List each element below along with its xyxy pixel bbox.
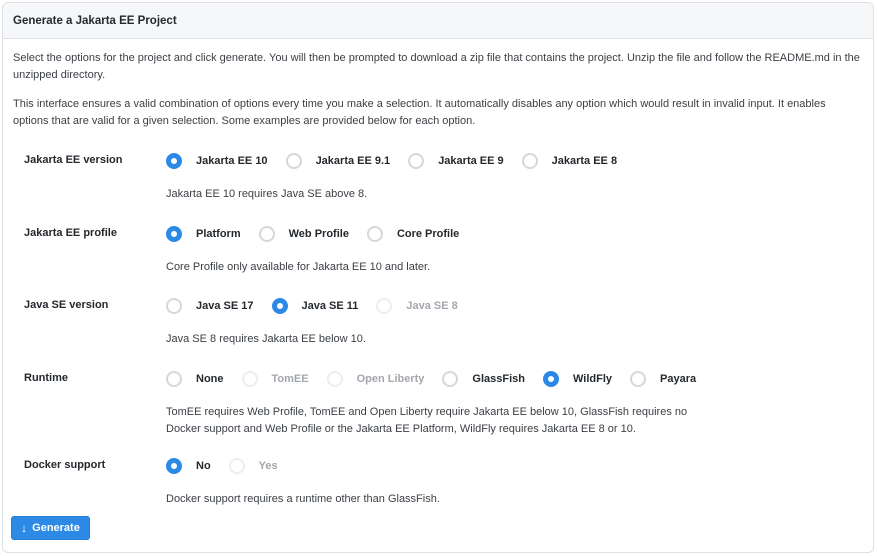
radio-checked-icon[interactable] bbox=[543, 371, 559, 387]
radio-option[interactable]: Web Profile bbox=[258, 226, 349, 242]
radio-option-label: Jakarta EE 10 bbox=[196, 155, 268, 167]
radio-option-label: TomEE bbox=[271, 373, 309, 385]
section-label: Docker support bbox=[24, 459, 106, 471]
radio-option[interactable]: Core Profile bbox=[366, 226, 460, 242]
radio-group: None TomEE Open Liberty GlassFish WildFly Pay… bbox=[166, 371, 714, 387]
section-hint: Jakarta EE 10 requires Java SE above 8. bbox=[166, 188, 368, 200]
section-label: Jakarta EE profile bbox=[24, 227, 117, 239]
radio-group: Java SE 17 Java SE 11 Java SE 8 bbox=[166, 298, 476, 314]
radio-unchecked-icon bbox=[228, 458, 245, 474]
radio-checked-icon[interactable] bbox=[166, 226, 182, 242]
radio-option[interactable]: No bbox=[166, 458, 211, 474]
radio-option: Java SE 8 bbox=[376, 298, 458, 314]
radio-option-label: Java SE 11 bbox=[301, 300, 359, 312]
radio-option-label: Jakarta EE 9.1 bbox=[315, 155, 391, 167]
radio-option[interactable]: Jakarta EE 9 bbox=[408, 153, 504, 169]
radio-unchecked-icon[interactable] bbox=[166, 371, 182, 387]
radio-option: Open Liberty bbox=[326, 371, 425, 387]
radio-option[interactable]: WildFly bbox=[543, 371, 612, 387]
section-label: Runtime bbox=[24, 372, 68, 384]
radio-unchecked-icon[interactable] bbox=[521, 153, 538, 169]
card-header: Generate a Jakarta EE Project bbox=[3, 3, 873, 39]
radio-option[interactable]: Jakarta EE 8 bbox=[521, 153, 618, 169]
radio-option-label: Core Profile bbox=[396, 228, 460, 240]
section-hint: Docker support requires a runtime other … bbox=[166, 493, 440, 505]
radio-group: No Yes bbox=[166, 458, 296, 474]
radio-unchecked-icon[interactable] bbox=[442, 371, 459, 387]
radio-option-label: GlassFish bbox=[472, 373, 525, 385]
radio-unchecked-icon bbox=[376, 298, 393, 314]
radio-unchecked-icon[interactable] bbox=[408, 153, 425, 169]
radio-unchecked-icon[interactable] bbox=[366, 226, 383, 242]
radio-option: Yes bbox=[228, 458, 278, 474]
radio-group: Platform Web Profile Core Profile bbox=[166, 226, 477, 242]
radio-unchecked-icon[interactable] bbox=[166, 298, 182, 314]
radio-option[interactable]: Platform bbox=[166, 226, 241, 242]
section-hint: TomEE requires Web Profile, TomEE and Op… bbox=[166, 406, 688, 435]
radio-option-label: Java SE 17 bbox=[196, 300, 254, 312]
radio-option-label: Web Profile bbox=[288, 228, 349, 240]
generate-button[interactable]: ↓ Generate bbox=[11, 516, 90, 540]
section-hint: Core Profile only available for Jakarta … bbox=[166, 261, 431, 273]
radio-option-label: Java SE 8 bbox=[406, 300, 458, 312]
intro-paragraph: Select the options for the project and c… bbox=[13, 52, 860, 81]
radio-option-label: Payara bbox=[660, 373, 697, 385]
radio-option-label: Yes bbox=[258, 460, 278, 472]
radio-option-label: Jakarta EE 9 bbox=[438, 155, 504, 167]
radio-option[interactable]: Jakarta EE 9.1 bbox=[285, 153, 391, 169]
radio-checked-icon[interactable] bbox=[271, 298, 288, 314]
radio-option-label: Open Liberty bbox=[356, 373, 425, 385]
radio-option[interactable]: Java SE 11 bbox=[271, 298, 359, 314]
radio-option[interactable]: GlassFish bbox=[442, 371, 525, 387]
arrow-down-icon: ↓ bbox=[21, 521, 28, 535]
radio-option-label: Platform bbox=[196, 228, 241, 240]
radio-option[interactable]: Java SE 17 bbox=[166, 298, 254, 314]
radio-option: TomEE bbox=[241, 371, 309, 387]
section-label: Jakarta EE version bbox=[24, 154, 123, 166]
radio-unchecked-icon bbox=[241, 371, 258, 387]
radio-option[interactable]: Payara bbox=[630, 371, 696, 387]
radio-option-label: Jakarta EE 8 bbox=[551, 155, 618, 167]
radio-checked-icon[interactable] bbox=[166, 458, 182, 474]
intro-paragraph: This interface ensures a valid combinati… bbox=[13, 98, 826, 127]
page-title: Generate a Jakarta EE Project bbox=[13, 14, 177, 27]
radio-option-label: None bbox=[196, 373, 224, 385]
radio-unchecked-icon[interactable] bbox=[285, 153, 302, 169]
section-hint: Java SE 8 requires Jakarta EE below 10. bbox=[166, 333, 366, 345]
intro-text: Select the options for the project and c… bbox=[3, 39, 873, 130]
radio-option[interactable]: None bbox=[166, 371, 224, 387]
radio-option[interactable]: Jakarta EE 10 bbox=[166, 153, 268, 169]
radio-option-label: No bbox=[196, 460, 211, 472]
radio-unchecked-icon[interactable] bbox=[630, 371, 647, 387]
radio-unchecked-icon bbox=[326, 371, 343, 387]
generate-label: Generate bbox=[32, 522, 80, 534]
radio-checked-icon[interactable] bbox=[166, 153, 182, 169]
section-label: Java SE version bbox=[24, 299, 109, 311]
radio-option-label: WildFly bbox=[573, 373, 613, 385]
radio-unchecked-icon[interactable] bbox=[258, 226, 275, 242]
radio-group: Jakarta EE 10 Jakarta EE 9.1 Jakarta EE 9 J… bbox=[166, 153, 635, 169]
